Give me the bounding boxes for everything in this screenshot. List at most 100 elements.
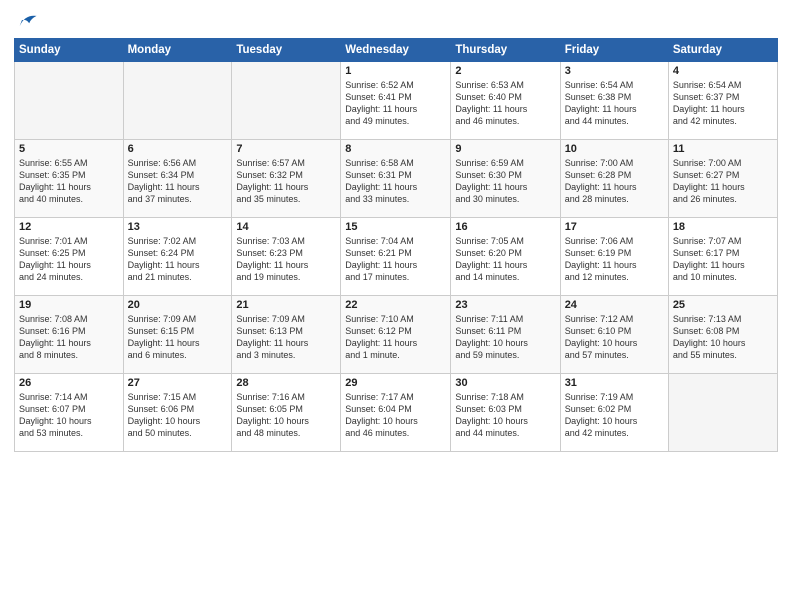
calendar-header-row: SundayMondayTuesdayWednesdayThursdayFrid… xyxy=(15,39,778,62)
calendar-cell xyxy=(15,62,124,140)
day-number: 5 xyxy=(19,143,119,155)
day-info: Sunrise: 7:11 AM Sunset: 6:11 PM Dayligh… xyxy=(455,313,555,362)
calendar-cell: 4 Sunrise: 6:54 AM Sunset: 6:37 PM Daylig… xyxy=(668,62,777,140)
day-number: 28 xyxy=(236,377,336,389)
calendar-cell: 7Sunrise: 6:57 AM Sunset: 6:32 PM Daylig… xyxy=(232,140,341,218)
day-info: Sunrise: 7:09 AM Sunset: 6:15 PM Dayligh… xyxy=(128,313,228,362)
day-info: Sunrise: 6:54 AM Sunset: 6:38 PM Dayligh… xyxy=(565,79,664,128)
calendar-cell: 19Sunrise: 7:08 AM Sunset: 6:16 PM Dayli… xyxy=(15,296,124,374)
day-info: Sunrise: 7:01 AM Sunset: 6:25 PM Dayligh… xyxy=(19,235,119,284)
day-info: Sunrise: 6:55 AM Sunset: 6:35 PM Dayligh… xyxy=(19,157,119,206)
calendar-week-row: 19Sunrise: 7:08 AM Sunset: 6:16 PM Dayli… xyxy=(15,296,778,374)
calendar-cell: 13 Sunrise: 7:02 AM Sunset: 6:24 PM Dayli… xyxy=(123,218,232,296)
calendar-week-row: 1Sunrise: 6:52 AM Sunset: 6:41 PM Daylig… xyxy=(15,62,778,140)
calendar-cell: 17Sunrise: 7:06 AM Sunset: 6:19 PM Dayli… xyxy=(560,218,668,296)
day-number: 31 xyxy=(565,377,664,389)
day-info: Sunrise: 7:12 AM Sunset: 6:10 PM Dayligh… xyxy=(565,313,664,362)
calendar-cell: 30 Sunrise: 7:18 AM Sunset: 6:03 PM Dayli… xyxy=(451,374,560,452)
day-info: Sunrise: 7:00 AM Sunset: 6:28 PM Dayligh… xyxy=(565,157,664,206)
day-info: Sunrise: 6:52 AM Sunset: 6:41 PM Dayligh… xyxy=(345,79,446,128)
calendar-week-row: 12 Sunrise: 7:01 AM Sunset: 6:25 PM Dayli… xyxy=(15,218,778,296)
calendar-cell: 10 Sunrise: 7:00 AM Sunset: 6:28 PM Dayli… xyxy=(560,140,668,218)
calendar-cell: 3 Sunrise: 6:54 AM Sunset: 6:38 PM Daylig… xyxy=(560,62,668,140)
calendar-cell: 24 Sunrise: 7:12 AM Sunset: 6:10 PM Dayli… xyxy=(560,296,668,374)
calendar-cell: 23Sunrise: 7:11 AM Sunset: 6:11 PM Dayli… xyxy=(451,296,560,374)
calendar-cell: 25 Sunrise: 7:13 AM Sunset: 6:08 PM Dayli… xyxy=(668,296,777,374)
day-number: 19 xyxy=(19,299,119,311)
day-number: 21 xyxy=(236,299,336,311)
day-number: 29 xyxy=(345,377,446,389)
day-info: Sunrise: 7:07 AM Sunset: 6:17 PM Dayligh… xyxy=(673,235,773,284)
day-number: 8 xyxy=(345,143,446,155)
day-info: Sunrise: 7:18 AM Sunset: 6:03 PM Dayligh… xyxy=(455,391,555,440)
day-info: Sunrise: 7:02 AM Sunset: 6:24 PM Dayligh… xyxy=(128,235,228,284)
day-info: Sunrise: 6:57 AM Sunset: 6:32 PM Dayligh… xyxy=(236,157,336,206)
day-number: 13 xyxy=(128,221,228,233)
day-number: 17 xyxy=(565,221,664,233)
calendar-week-row: 26 Sunrise: 7:14 AM Sunset: 6:07 PM Dayli… xyxy=(15,374,778,452)
day-number: 24 xyxy=(565,299,664,311)
day-info: Sunrise: 6:58 AM Sunset: 6:31 PM Dayligh… xyxy=(345,157,446,206)
day-number: 30 xyxy=(455,377,555,389)
day-info: Sunrise: 7:09 AM Sunset: 6:13 PM Dayligh… xyxy=(236,313,336,362)
logo-bird-icon xyxy=(16,10,38,32)
day-number: 26 xyxy=(19,377,119,389)
day-info: Sunrise: 7:17 AM Sunset: 6:04 PM Dayligh… xyxy=(345,391,446,440)
calendar-week-row: 5 Sunrise: 6:55 AM Sunset: 6:35 PM Daylig… xyxy=(15,140,778,218)
calendar-cell: 18 Sunrise: 7:07 AM Sunset: 6:17 PM Dayli… xyxy=(668,218,777,296)
calendar-dow-monday: Monday xyxy=(123,39,232,62)
logo xyxy=(14,10,38,32)
day-info: Sunrise: 7:03 AM Sunset: 6:23 PM Dayligh… xyxy=(236,235,336,284)
day-number: 10 xyxy=(565,143,664,155)
day-info: Sunrise: 6:53 AM Sunset: 6:40 PM Dayligh… xyxy=(455,79,555,128)
day-info: Sunrise: 7:13 AM Sunset: 6:08 PM Dayligh… xyxy=(673,313,773,362)
day-info: Sunrise: 7:15 AM Sunset: 6:06 PM Dayligh… xyxy=(128,391,228,440)
calendar-dow-wednesday: Wednesday xyxy=(341,39,451,62)
calendar-cell: 22 Sunrise: 7:10 AM Sunset: 6:12 PM Dayli… xyxy=(341,296,451,374)
day-number: 4 xyxy=(673,65,773,77)
calendar-cell: 15 Sunrise: 7:04 AM Sunset: 6:21 PM Dayli… xyxy=(341,218,451,296)
calendar-cell: 6Sunrise: 6:56 AM Sunset: 6:34 PM Daylig… xyxy=(123,140,232,218)
day-number: 2 xyxy=(455,65,555,77)
day-info: Sunrise: 7:10 AM Sunset: 6:12 PM Dayligh… xyxy=(345,313,446,362)
calendar-dow-saturday: Saturday xyxy=(668,39,777,62)
calendar-cell: 12 Sunrise: 7:01 AM Sunset: 6:25 PM Dayli… xyxy=(15,218,124,296)
calendar-cell: 28Sunrise: 7:16 AM Sunset: 6:05 PM Dayli… xyxy=(232,374,341,452)
day-info: Sunrise: 6:54 AM Sunset: 6:37 PM Dayligh… xyxy=(673,79,773,128)
day-number: 27 xyxy=(128,377,228,389)
calendar-cell: 21 Sunrise: 7:09 AM Sunset: 6:13 PM Dayli… xyxy=(232,296,341,374)
calendar-cell: 20 Sunrise: 7:09 AM Sunset: 6:15 PM Dayli… xyxy=(123,296,232,374)
day-number: 16 xyxy=(455,221,555,233)
day-number: 15 xyxy=(345,221,446,233)
calendar-cell: 14Sunrise: 7:03 AM Sunset: 6:23 PM Dayli… xyxy=(232,218,341,296)
calendar-cell: 2 Sunrise: 6:53 AM Sunset: 6:40 PM Daylig… xyxy=(451,62,560,140)
calendar-cell: 11 Sunrise: 7:00 AM Sunset: 6:27 PM Dayli… xyxy=(668,140,777,218)
day-info: Sunrise: 7:00 AM Sunset: 6:27 PM Dayligh… xyxy=(673,157,773,206)
calendar-dow-friday: Friday xyxy=(560,39,668,62)
day-info: Sunrise: 6:56 AM Sunset: 6:34 PM Dayligh… xyxy=(128,157,228,206)
calendar-cell xyxy=(232,62,341,140)
calendar-cell xyxy=(668,374,777,452)
calendar-cell: 29 Sunrise: 7:17 AM Sunset: 6:04 PM Dayli… xyxy=(341,374,451,452)
day-number: 22 xyxy=(345,299,446,311)
day-number: 12 xyxy=(19,221,119,233)
page: SundayMondayTuesdayWednesdayThursdayFrid… xyxy=(0,0,792,612)
calendar-cell: 27 Sunrise: 7:15 AM Sunset: 6:06 PM Dayli… xyxy=(123,374,232,452)
calendar-cell: 5 Sunrise: 6:55 AM Sunset: 6:35 PM Daylig… xyxy=(15,140,124,218)
day-number: 3 xyxy=(565,65,664,77)
day-info: Sunrise: 7:14 AM Sunset: 6:07 PM Dayligh… xyxy=(19,391,119,440)
day-number: 11 xyxy=(673,143,773,155)
calendar-cell: 8 Sunrise: 6:58 AM Sunset: 6:31 PM Daylig… xyxy=(341,140,451,218)
day-info: Sunrise: 7:04 AM Sunset: 6:21 PM Dayligh… xyxy=(345,235,446,284)
calendar-dow-sunday: Sunday xyxy=(15,39,124,62)
calendar-cell: 9Sunrise: 6:59 AM Sunset: 6:30 PM Daylig… xyxy=(451,140,560,218)
day-number: 25 xyxy=(673,299,773,311)
day-number: 20 xyxy=(128,299,228,311)
day-number: 9 xyxy=(455,143,555,155)
day-info: Sunrise: 7:05 AM Sunset: 6:20 PM Dayligh… xyxy=(455,235,555,284)
day-info: Sunrise: 7:19 AM Sunset: 6:02 PM Dayligh… xyxy=(565,391,664,440)
calendar-cell: 1Sunrise: 6:52 AM Sunset: 6:41 PM Daylig… xyxy=(341,62,451,140)
calendar-dow-tuesday: Tuesday xyxy=(232,39,341,62)
day-number: 18 xyxy=(673,221,773,233)
calendar-dow-thursday: Thursday xyxy=(451,39,560,62)
